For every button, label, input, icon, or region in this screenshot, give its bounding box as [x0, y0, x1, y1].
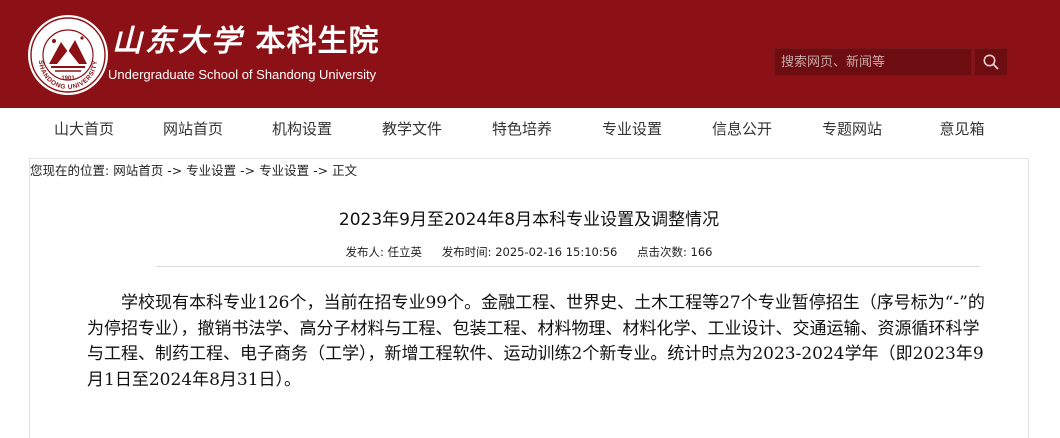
breadcrumb-prefix: 您现在的位置: — [30, 163, 110, 178]
nav-item-special-training[interactable]: 特色培养 — [492, 108, 552, 150]
title-divider — [156, 266, 980, 267]
site-title-suffix: 本科生院 — [255, 24, 380, 59]
article-meta: 发布人: 任立英 发布时间: 2025-02-16 15:10:56 点击次数:… — [30, 244, 1028, 260]
breadcrumb-item-majors-sub[interactable]: 专业设置 — [259, 163, 309, 178]
search-button[interactable] — [974, 48, 1008, 76]
nav-item-organization[interactable]: 机构设置 — [272, 108, 332, 150]
nav-item-info-disclosure[interactable]: 信息公开 — [712, 108, 772, 150]
breadcrumb-item-site-home[interactable]: 网站首页 — [113, 163, 163, 178]
nav-item-teaching-docs[interactable]: 教学文件 — [382, 108, 442, 150]
nav-item-topic-sites[interactable]: 专题网站 — [822, 108, 882, 150]
site-title-cn[interactable]: 山东大学 本科生院 — [112, 24, 379, 60]
article-author: 发布人: 任立英 — [345, 245, 423, 259]
article-title: 2023年9月至2024年8月本科专业设置及调整情况 — [338, 210, 720, 230]
site-header: SHANDONG UNIVERSITY 1901 山东大学 本科生院 Under… — [0, 0, 1060, 108]
university-emblem-logo[interactable]: SHANDONG UNIVERSITY 1901 — [27, 14, 109, 96]
breadcrumb-item-current: 正文 — [332, 163, 358, 178]
calligraphy-logo-text: 山东大学 — [112, 24, 244, 59]
article-views: 点击次数: 166 — [637, 245, 713, 259]
breadcrumb: 您现在的位置: 网站首页 -> 专业设置 -> 专业设置 -> 正文 — [30, 163, 357, 179]
article-container: 您现在的位置: 网站首页 -> 专业设置 -> 专业设置 -> 正文 2023年… — [29, 158, 1029, 438]
search-icon — [983, 54, 999, 70]
search-input[interactable] — [774, 48, 972, 76]
breadcrumb-item-majors[interactable]: 专业设置 — [186, 163, 236, 178]
article-body: 学校现有本科专业126个，当前在招专业99个。金融工程、世界史、土木工程等27个… — [87, 291, 987, 393]
breadcrumb-separator: -> — [240, 163, 256, 178]
site-title-en: Undergraduate School of Shandong Univers… — [108, 67, 377, 82]
nav-item-sdu-home[interactable]: 山大首页 — [54, 108, 114, 150]
main-nav: 山大首页 网站首页 机构设置 教学文件 特色培养 专业设置 信息公开 专题网站 … — [0, 108, 1060, 150]
breadcrumb-separator: -> — [313, 163, 329, 178]
nav-item-feedback[interactable]: 意见箱 — [939, 108, 984, 150]
article-date: 发布时间: 2025-02-16 15:10:56 — [441, 245, 618, 259]
nav-item-majors[interactable]: 专业设置 — [602, 108, 662, 150]
nav-item-site-home[interactable]: 网站首页 — [163, 108, 223, 150]
emblem-year: 1901 — [61, 76, 75, 82]
breadcrumb-separator: -> — [167, 163, 183, 178]
article-paragraph: 学校现有本科专业126个，当前在招专业99个。金融工程、世界史、土木工程等27个… — [87, 293, 985, 390]
